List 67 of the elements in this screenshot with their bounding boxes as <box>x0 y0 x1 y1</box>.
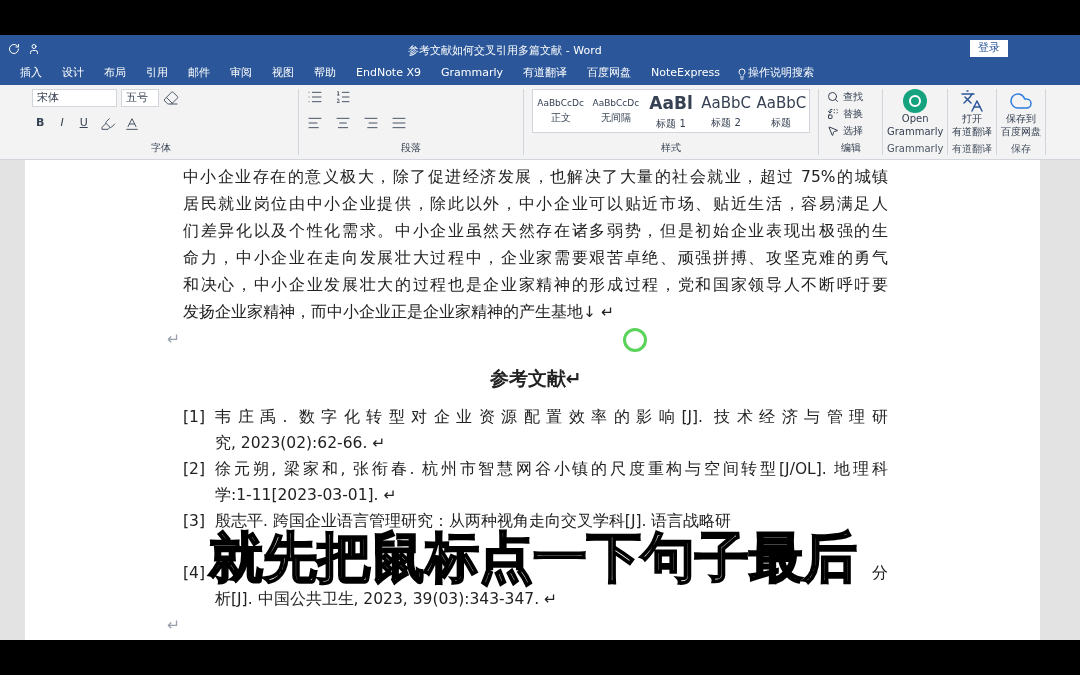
group-label: 样式 <box>660 141 682 155</box>
format-button[interactable]: U <box>75 115 92 132</box>
ribbon-button[interactable]: 打开 有道翻译 <box>952 89 993 138</box>
reference-entry: 徐元朔, 梁家和, 张衔春. 杭州市智慧网谷小镇的尺度重构与空间转型[J/OL]. 地理科 <box>215 459 888 480</box>
body-paragraph: 中小企业存在的意义极大，除了促进经济发展，也解决了大量的社会就业，超过 75%的城镇 居民就业岗位由中小企业提供，除此以外，中小企业可以贴近市场、贴近生活，容易满足人 们差异化以及个性化需求。中小企业虽然天然存在诸多弱势，但是初始企业表现出极强的生 命力，中小企业在走向发展壮大过程中，企业家需要艰苦卓绝、顽强拼搏、攻坚克难的勇气 和决心，中小企业发展壮大的过程也是企业家精神的形成过程，党和国家领导人不断呼吁要 发扬企业家精神，而中小企业正是企业家精神的产生基地↓ ↵ <box>183 167 888 323</box>
translate-icon <box>960 89 985 113</box>
format-button[interactable]: B <box>32 115 49 132</box>
edit-button[interactable]: 查找 <box>827 89 874 104</box>
pointer-icon <box>827 124 839 137</box>
bullets-icon[interactable] <box>307 89 323 105</box>
group-label: 保存 <box>1011 142 1032 155</box>
reference-entry: 究, 2023(02):62-66. ↵ <box>215 433 387 454</box>
ribbon-tab[interactable]: 视图 <box>268 65 298 82</box>
ribbon-tab[interactable]: 插入 <box>16 65 46 82</box>
ribbon-tab[interactable]: Grammarly <box>437 65 508 82</box>
ribbon-button[interactable]: 保存到 百度网盘 <box>1001 89 1042 138</box>
style-item[interactable]: AaBbCcDc 无间隔 <box>588 90 644 132</box>
ribbon-tab[interactable]: 引用 <box>142 65 172 82</box>
replace-icon <box>827 107 839 120</box>
ribbon-tab[interactable]: 设计 <box>58 65 88 82</box>
style-item[interactable]: AaBbCcDc 正文 <box>533 90 589 132</box>
window-title: 参考文献如何交叉引用多篇文献 - Word <box>408 43 602 57</box>
ribbon-tab[interactable]: 帮助 <box>310 65 340 82</box>
numbering-icon[interactable] <box>335 89 351 105</box>
group-label: 编辑 <box>839 141 862 155</box>
g-logo-icon <box>903 89 928 113</box>
font-color-icon[interactable] <box>123 115 140 132</box>
highlighter-icon[interactable] <box>99 115 116 132</box>
reference-entry: 学:1-11[2023-03-01]. ↵ <box>215 485 398 506</box>
style-item[interactable]: AaBbC 标题 2 <box>698 90 754 132</box>
ribbon-tab[interactable]: EndNote X9 <box>352 65 425 82</box>
ribbon-tab[interactable]: NoteExpress <box>647 65 725 82</box>
group-label: 字体 <box>150 141 172 155</box>
ribbon-tab[interactable]: 审阅 <box>226 65 256 82</box>
group-label: Grammarly <box>887 142 944 155</box>
reference-number: [1] <box>183 407 206 428</box>
ribbon-button[interactable]: Open Grammarly <box>887 89 944 138</box>
font-size-field[interactable]: 五号 <box>121 89 159 107</box>
search-icon <box>827 90 839 103</box>
references-heading: 参考文献↵ <box>488 366 583 391</box>
group-label: 段落 <box>400 141 422 155</box>
reference-entry: 析[J]. 中国公共卫生, 2023, 39(03):343-347. ↵ <box>215 589 559 610</box>
ribbon-tab[interactable]: 邮件 <box>184 65 214 82</box>
user-icon[interactable] <box>28 42 40 55</box>
format-button[interactable]: I <box>56 115 68 132</box>
ribbon-tab[interactable]: 布局 <box>100 65 130 82</box>
clear-format-icon[interactable] <box>163 90 179 106</box>
reference-entry: 韦庄禹. 数字化转型对企业资源配置效率的影响[J]. 技术经济与管理研 <box>215 407 888 428</box>
click-highlight-icon <box>623 328 647 352</box>
lightbulb-icon <box>736 67 749 80</box>
reference-entry: 分 <box>872 563 888 584</box>
tell-me-search[interactable]: 操作说明搜索 <box>748 65 815 82</box>
login-button[interactable]: 登录 <box>970 40 1008 57</box>
edit-button[interactable]: 替换 <box>827 106 874 121</box>
paragraph-mark: ↵ <box>167 615 181 636</box>
font-name-field[interactable]: 宋体 <box>32 89 117 107</box>
edit-button[interactable]: 选择 <box>827 123 874 138</box>
ribbon-tab[interactable]: 有道翻译 <box>519 65 572 82</box>
group-label: 有道翻译 <box>952 142 993 155</box>
paragraph-mark: ↵ <box>167 329 180 350</box>
redo-icon[interactable] <box>8 42 20 55</box>
reference-number: [3] <box>183 511 206 532</box>
ribbon-tab[interactable]: 百度网盘 <box>583 65 636 82</box>
reference-number: [2] <box>183 459 206 480</box>
reference-number: [4] <box>183 563 206 584</box>
style-item[interactable]: AaBbC 标题 <box>753 90 809 132</box>
style-item[interactable]: AaBl 标题 1 <box>643 90 699 132</box>
